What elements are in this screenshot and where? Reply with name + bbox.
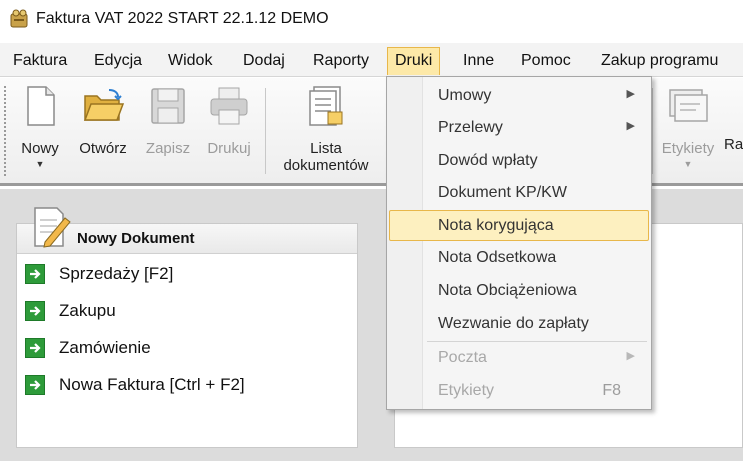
menu-item-label: Poczta [438, 349, 487, 366]
toolbar-separator [652, 88, 653, 174]
labels-button[interactable]: Etykiety ▼ [654, 84, 722, 169]
menu-edycja[interactable]: Edycja [87, 47, 149, 75]
panel-header: Nowy Dokument [17, 207, 357, 254]
green-arrow-icon [25, 338, 45, 358]
new-purchase-link[interactable]: Zakupu [25, 298, 116, 324]
menu-item-shortcut: F8 [602, 382, 621, 399]
folder-open-icon [83, 89, 125, 121]
menu-item-label: Dokument KP/KW [438, 184, 567, 201]
save-button[interactable]: Zapisz [140, 84, 196, 157]
menu-druki[interactable]: Druki [387, 47, 441, 75]
new-invoice-link[interactable]: Nowa Faktura [Ctrl + F2] [25, 372, 245, 398]
menu-item-umowy[interactable]: Umowy ▶ [389, 81, 649, 112]
open-button[interactable]: Otwórz [72, 84, 134, 157]
toolbar-grip[interactable] [4, 86, 7, 176]
menu-item-nota-obciazeniowa[interactable]: Nota Obciążeniowa [389, 276, 649, 307]
labels-button-label: Etykiety [661, 140, 715, 157]
menu-item-label: Nota korygująca [438, 217, 554, 234]
menu-item-label: Umowy [438, 87, 492, 104]
menu-separator [427, 341, 647, 342]
menu-item-label: Nota Odsetkowa [438, 249, 557, 266]
toolbar-separator [265, 88, 266, 174]
print-button-label: Drukuj [207, 140, 251, 157]
truncated-toolbar-button[interactable]: Ra [724, 84, 743, 153]
menu-pomoc[interactable]: Pomoc [514, 47, 578, 75]
chevron-down-icon[interactable]: ▼ [654, 159, 722, 169]
green-arrow-icon [25, 301, 45, 321]
menu-inne[interactable]: Inne [456, 47, 501, 75]
menu-item-label: Nota Obciążeniowa [438, 282, 577, 299]
menu-item-label: Dowód wpłaty [438, 152, 538, 169]
floppy-disk-icon [151, 88, 185, 124]
document-list-icon [309, 86, 343, 126]
new-invoice-label: Nowa Faktura [Ctrl + F2] [59, 375, 245, 394]
druki-dropdown-menu: Umowy ▶ Przelewy ▶ Dowód wpłaty Dokument… [386, 76, 652, 410]
menu-item-dokument-kp-kw[interactable]: Dokument KP/KW [389, 178, 649, 209]
new-order-link[interactable]: Zamówienie [25, 335, 151, 361]
menu-dodaj[interactable]: Dodaj [236, 47, 292, 75]
labels-icon [669, 89, 708, 122]
green-arrow-icon [25, 264, 45, 284]
menu-item-nota-korygujaca[interactable]: Nota korygująca [389, 210, 649, 241]
panel-title: Nowy Dokument [77, 230, 195, 247]
new-document-panel: Nowy Dokument Sprzedaży [F2] Zakupu Zamó… [16, 207, 358, 448]
printer-icon [210, 87, 248, 125]
green-arrow-icon [25, 375, 45, 395]
submenu-arrow-icon: ▶ [626, 120, 635, 132]
menu-item-nota-odsetkowa[interactable]: Nota Odsetkowa [389, 243, 649, 274]
document-list-label-line2: dokumentów [283, 157, 369, 174]
new-sale-link[interactable]: Sprzedaży [F2] [25, 261, 173, 287]
menu-bar: Faktura Edycja Widok Dodaj Raporty Druki… [0, 43, 743, 77]
new-order-label: Zamówienie [59, 338, 151, 357]
open-button-label: Otwórz [79, 140, 127, 157]
app-logo-icon [10, 9, 28, 28]
menu-raporty[interactable]: Raporty [306, 47, 376, 75]
title-bar: Faktura VAT 2022 START 22.1.12 DEMO [0, 0, 743, 40]
save-button-label: Zapisz [145, 140, 191, 157]
menu-item-label: Przelewy [438, 119, 503, 136]
menu-widok[interactable]: Widok [161, 47, 219, 75]
new-button-label: Nowy [21, 140, 59, 157]
document-list-label-line1: Lista [310, 140, 342, 157]
menu-item-dowod-wplaty[interactable]: Dowód wpłaty [389, 146, 649, 177]
new-purchase-label: Zakupu [59, 301, 116, 320]
new-button[interactable]: Nowy ▼ [12, 84, 68, 169]
truncated-toolbar-icon [724, 84, 743, 128]
menu-item-poczta[interactable]: Poczta ▶ [389, 343, 649, 374]
new-document-icon [27, 86, 55, 126]
menu-zakup-programu[interactable]: Zakup programu [594, 47, 725, 75]
chevron-down-icon[interactable]: ▼ [12, 159, 68, 169]
menu-item-label: Wezwanie do zapłaty [438, 315, 589, 332]
new-sale-label: Sprzedaży [F2] [59, 264, 174, 283]
pencil-document-icon [34, 207, 71, 248]
print-button[interactable]: Drukuj [200, 84, 258, 157]
menu-item-label: Etykiety [438, 382, 495, 399]
window-title: Faktura VAT 2022 START 22.1.12 DEMO [36, 10, 329, 27]
document-list-button[interactable]: Lista dokumentów [270, 84, 382, 174]
menu-item-etykiety[interactable]: Etykiety F8 [389, 376, 649, 407]
menu-faktura[interactable]: Faktura [6, 47, 74, 75]
submenu-arrow-icon: ▶ [626, 350, 635, 362]
truncated-toolbar-label: Ra [724, 136, 743, 153]
menu-item-wezwanie-do-zaplaty[interactable]: Wezwanie do zapłaty [389, 309, 649, 340]
menu-item-przelewy[interactable]: Przelewy ▶ [389, 113, 649, 144]
submenu-arrow-icon: ▶ [626, 88, 635, 100]
